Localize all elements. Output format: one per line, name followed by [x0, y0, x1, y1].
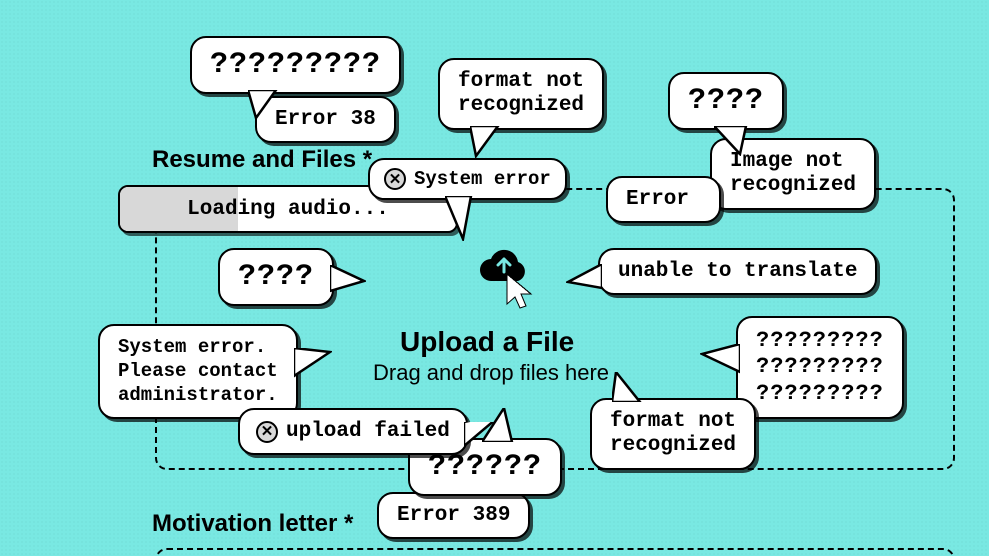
bubble-error-389: Error 389 — [377, 492, 530, 539]
bubble-system-error: System error — [368, 158, 567, 200]
motivation-letter-label: Motivation letter * — [152, 510, 353, 538]
bubble-text: upload failed — [286, 420, 450, 443]
bubble-text: System error — [414, 168, 551, 190]
bubble-q-right-block: ????????? ????????? ????????? — [736, 316, 904, 419]
motivation-dropzone[interactable] — [155, 548, 955, 556]
bubble-q-mid-left: ???? — [218, 248, 334, 306]
speech-tail-icon — [700, 344, 740, 378]
speech-tail-icon — [714, 126, 754, 156]
bubble-text: unable to translate — [618, 260, 857, 283]
x-circle-icon — [384, 168, 406, 190]
bubble-q-top-right: ???? — [668, 72, 784, 130]
bubble-format-not-recognized-top: format not recognized — [438, 58, 604, 130]
bubble-text: format not recognized — [458, 70, 584, 118]
cursor-arrow-icon — [505, 272, 539, 312]
bubble-upload-failed: upload failed — [238, 408, 468, 455]
x-circle-icon — [256, 421, 278, 443]
speech-tail-icon — [470, 126, 510, 158]
speech-tail-icon — [330, 265, 366, 297]
bubble-q-top: ????????? — [190, 36, 401, 94]
bubble-format-not-recognized-bottom: format not recognized — [590, 398, 756, 470]
upload-a-file-title: Upload a File — [400, 326, 574, 358]
bubble-text: Image not recognized — [730, 150, 856, 198]
bubble-error-plain: Error — [606, 176, 721, 223]
bubble-text: ????????? — [210, 48, 381, 82]
speech-tail-icon — [248, 90, 288, 120]
bubble-text: System error. Please contact administrat… — [118, 336, 278, 407]
bubble-text: Error 389 — [397, 504, 510, 527]
resume-files-label: Resume and Files * — [152, 146, 372, 174]
bubble-system-contact-admin: System error. Please contact administrat… — [98, 324, 298, 419]
bubble-text: format not recognized — [610, 410, 736, 458]
speech-tail-icon — [445, 196, 485, 241]
bubble-text: Error — [626, 188, 689, 211]
speech-tail-icon — [612, 372, 652, 402]
bubble-text: ?????? — [428, 450, 542, 484]
bubble-text: Error 38 — [275, 108, 376, 131]
bubble-text: ???? — [688, 84, 764, 118]
bubble-unable-to-translate: unable to translate — [598, 248, 877, 295]
bubble-text: ????????? ????????? ????????? — [756, 328, 884, 407]
drag-drop-subtitle: Drag and drop files here — [373, 360, 609, 386]
speech-tail-icon — [294, 348, 332, 382]
loading-audio-text: Loading audio... — [120, 198, 456, 221]
speech-tail-icon — [566, 264, 602, 294]
bubble-text: ???? — [238, 260, 314, 294]
speech-tail-icon — [464, 422, 504, 452]
